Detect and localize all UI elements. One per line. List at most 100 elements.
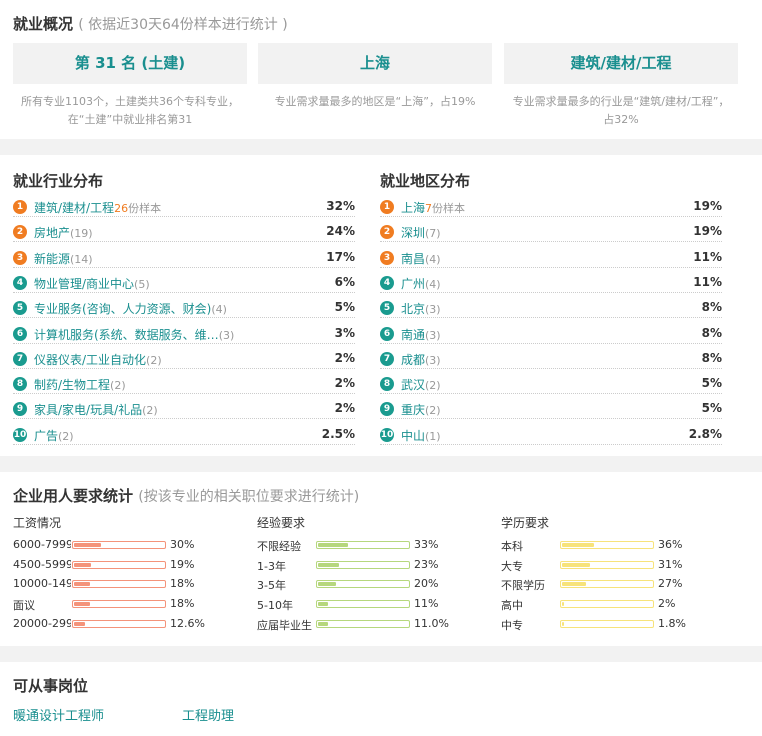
requirement-pct: 1.8%	[658, 616, 686, 630]
region-item-pct: 8%	[701, 350, 722, 365]
requirement-row: 3-5年 20%	[257, 577, 467, 593]
rank-badge: 10	[380, 427, 394, 442]
industry-item-link[interactable]: 制药/生物工程(2)	[34, 376, 126, 393]
region-row: 10 中山(1) 2.8%	[380, 426, 722, 445]
region-item-name: 重庆	[401, 403, 426, 418]
region-row: 3 南昌(4) 11%	[380, 249, 722, 268]
industry-row: 2 房地产(19) 24%	[13, 223, 355, 243]
region-item-link[interactable]: 中山(1)	[401, 427, 441, 444]
requirement-group-title: 学历要求	[501, 516, 550, 530]
industry-item-link[interactable]: 仪器仪表/工业自动化(2)	[34, 351, 162, 368]
rank-badge: 8	[380, 377, 394, 392]
rank-badge: 5	[380, 301, 394, 316]
requirement-bar-fill	[318, 582, 336, 587]
requirement-bar-fill	[74, 602, 91, 607]
requirement-label: 本科	[501, 540, 523, 553]
region-row: 7 成都(3) 8%	[380, 350, 722, 369]
requirement-row: 10000-149 18%	[13, 577, 223, 593]
rank-badge: 9	[380, 402, 394, 417]
requirement-bar	[316, 560, 410, 569]
rank-badge: 3	[380, 250, 394, 265]
requirement-row: 6000-7999 30%	[13, 538, 223, 554]
industry-item-count: (2)	[58, 429, 74, 443]
industry-item-pct: 17%	[326, 249, 355, 264]
industry-item-pct: 2%	[334, 350, 355, 365]
industry-row: 3 新能源(14) 17%	[13, 249, 355, 268]
industry-item-pct: 2%	[334, 376, 355, 391]
requirement-group-title: 经验要求	[257, 516, 306, 530]
industry-item-link[interactable]: 家具/家电/玩具/礼品(2)	[34, 401, 158, 418]
requirement-bar-fill	[562, 602, 564, 607]
requirement-label: 6000-7999	[13, 538, 71, 551]
industry-item-count: (3)	[218, 328, 235, 342]
overview-desc-rank: 所有专业1103个，土建类共36个专科专业，在“土建”中就业排名第31	[21, 95, 239, 126]
requirement-label: 3-5年	[257, 579, 286, 593]
region-item-link[interactable]: 重庆(2)	[401, 401, 441, 418]
requirement-row: 应届毕业生 11.0%	[257, 617, 467, 633]
region-item-count: (2)	[425, 404, 441, 418]
region-item-link[interactable]: 南通(3)	[401, 326, 441, 343]
industry-item-link[interactable]: 计算机服务(系统、数据服务、维…(3)	[34, 326, 234, 343]
requirement-pct: 12.6%	[170, 616, 205, 630]
requirement-pct: 23%	[414, 557, 439, 571]
region-item-name: 上海	[401, 201, 426, 215]
jobs-card: 可从事岗位 暖通设计工程师 工程助理	[0, 662, 762, 736]
rank-badge: 6	[380, 326, 394, 341]
requirements-subtitle: (按该专业的相关职位要求进行统计)	[138, 489, 360, 505]
industry-item-link[interactable]: 广告(2)	[34, 427, 74, 444]
region-row: 8 武汉(2) 5%	[380, 375, 722, 395]
requirement-pct: 31%	[658, 557, 683, 571]
region-item-link[interactable]: 南昌(4)	[401, 250, 441, 267]
industry-item-name: 专业服务(咨询、人力资源、财会)	[34, 302, 212, 317]
requirement-row: 中专 1.8%	[501, 617, 711, 633]
requirement-label: 5-10年	[257, 599, 293, 613]
industry-item-name: 计算机服务(系统、数据服务、维…	[34, 327, 219, 342]
requirement-pct: 30%	[170, 538, 195, 551]
requirement-label: 应届毕业生	[257, 618, 312, 632]
region-item-link[interactable]: 北京(3)	[401, 300, 441, 317]
industry-item-link[interactable]: 物业管理/商业中心(5)	[34, 275, 150, 292]
industry-item-link[interactable]: 专业服务(咨询、人力资源、财会)(4)	[34, 300, 227, 317]
requirement-bar	[72, 600, 166, 609]
region-item-pct: 11%	[693, 249, 722, 264]
region-item-link[interactable]: 上海7份样本	[401, 199, 465, 216]
rank-badge: 3	[13, 250, 27, 265]
region-row: 2 深圳(7) 19%	[380, 223, 722, 243]
rank-badge: 1	[380, 200, 394, 214]
industry-item-pct: 32%	[326, 199, 355, 213]
industry-item-pct: 6%	[334, 274, 355, 289]
industry-item-link[interactable]: 建筑/建材/工程26份样本	[34, 199, 161, 216]
industry-item-link[interactable]: 新能源(14)	[34, 250, 93, 267]
rank-badge: 4	[380, 275, 394, 290]
requirements-card: 企业用人要求统计 (按该专业的相关职位要求进行统计) 工资情况 6000-7999…	[0, 472, 762, 646]
requirement-pct: 11%	[414, 597, 439, 611]
job-link[interactable]: 工程助理	[182, 705, 234, 724]
industry-row: 4 物业管理/商业中心(5) 6%	[13, 274, 355, 293]
requirement-bar	[316, 619, 410, 628]
region-item-name: 广州	[401, 276, 426, 291]
region-item-name: 南通	[401, 327, 426, 342]
requirement-row: 5-10年 11%	[257, 597, 467, 613]
industry-row: 8 制药/生物工程(2) 2%	[13, 375, 355, 395]
requirement-bar-fill	[318, 602, 328, 607]
industry-item-name: 建筑/建材/工程	[34, 201, 115, 215]
requirement-bar	[560, 619, 654, 628]
region-row: 4 广州(4) 11%	[380, 274, 722, 293]
region-item-pct: 5%	[701, 401, 722, 416]
overview-box-rank: 第 31 名 (土建)	[13, 43, 247, 84]
industry-row: 1 建筑/建材/工程26份样本 32%	[13, 198, 355, 217]
region-item-link[interactable]: 武汉(2)	[401, 376, 441, 393]
rank-badge: 7	[380, 351, 394, 366]
overview-box-region: 上海	[258, 43, 492, 84]
rank-badge: 2	[380, 225, 394, 240]
industry-row: 5 专业服务(咨询、人力资源、财会)(4) 5%	[13, 299, 355, 319]
requirements-title-text: 企业用人要求统计	[13, 487, 134, 505]
industry-item-link[interactable]: 房地产(19)	[34, 224, 93, 241]
requirement-pct: 18%	[170, 577, 195, 591]
region-item-link[interactable]: 深圳(7)	[401, 224, 441, 241]
region-item-link[interactable]: 成都(3)	[401, 351, 441, 368]
region-item-link[interactable]: 广州(4)	[401, 275, 441, 292]
industry-item-pct: 3%	[334, 325, 355, 340]
requirement-bar	[72, 541, 166, 549]
job-link[interactable]: 暖通设计工程师	[13, 705, 104, 724]
